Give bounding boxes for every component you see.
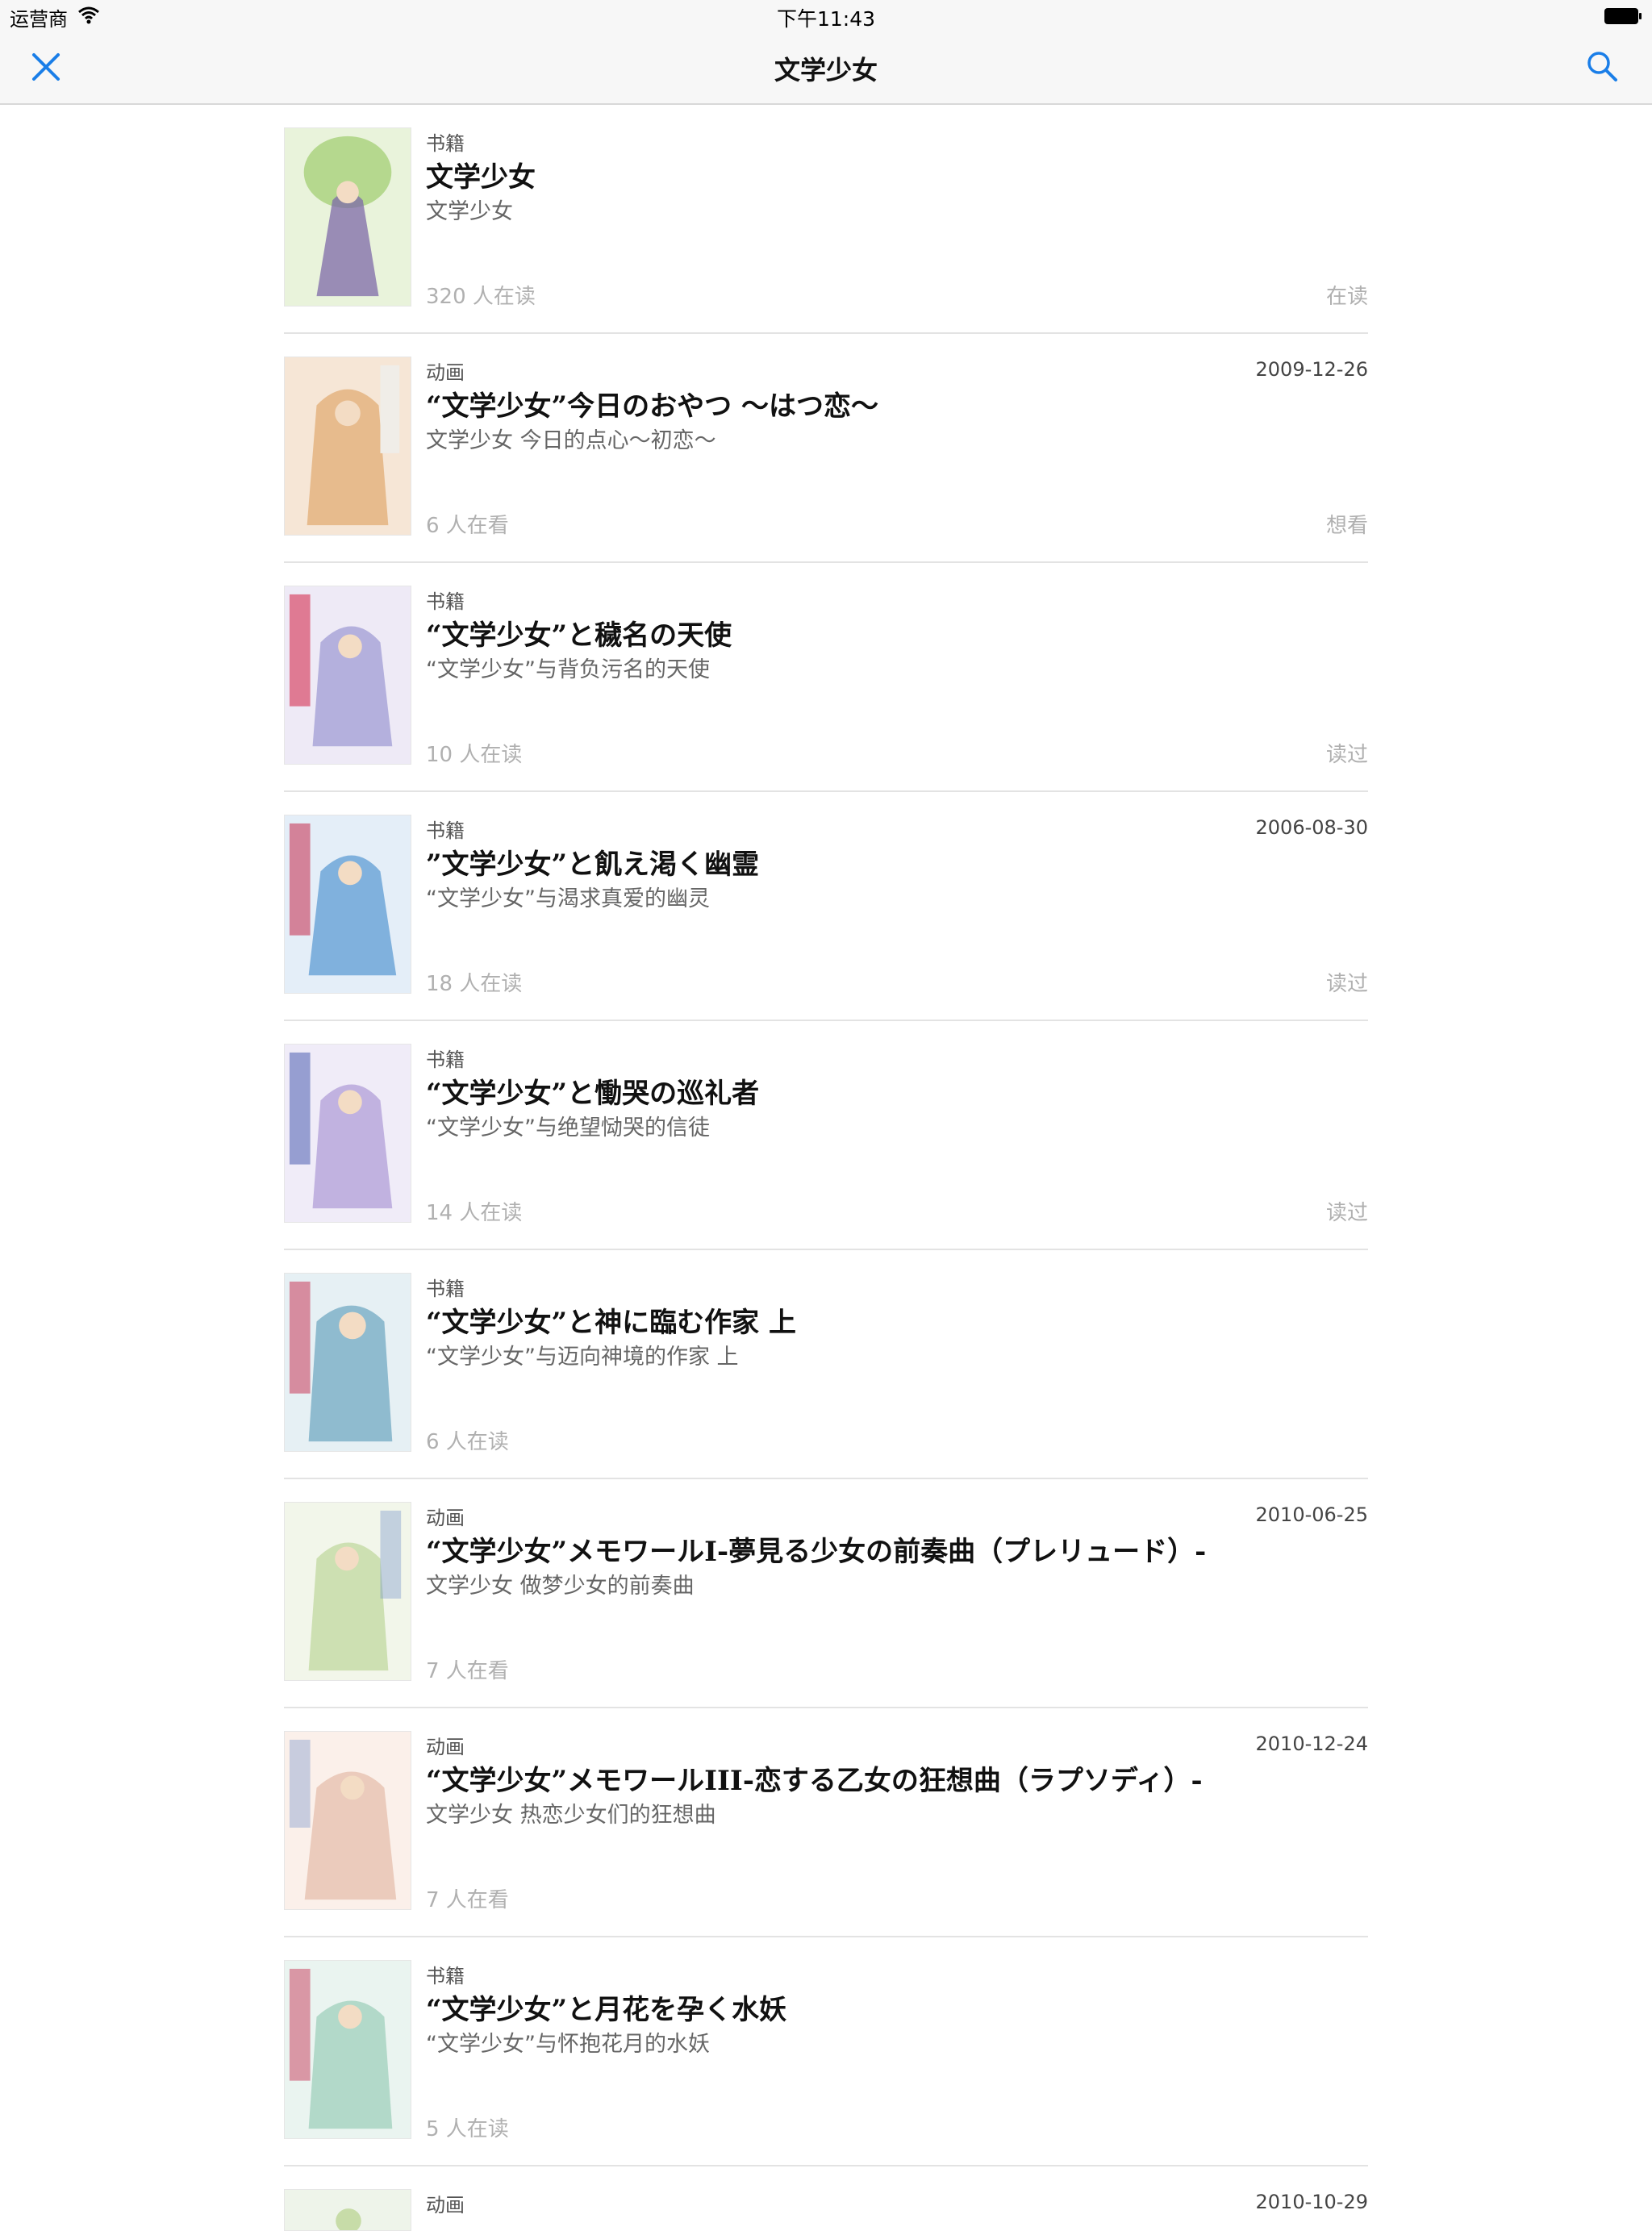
reader-count: 7 人在看 — [426, 1659, 509, 1683]
item-title: ”文学少女”と飢え渇く幽霊 — [426, 849, 760, 881]
item-subtitle: “文学少女”与迈向神境的作家 上 — [426, 1345, 739, 1370]
result-item[interactable]: 书籍 2006-08-30 ”文学少女”と飢え渇く幽霊 “文学少女”与渴求真爱的… — [284, 792, 1368, 1021]
item-title: “文学少女”と慟哭の巡礼者 — [426, 1078, 760, 1110]
reader-count: 10 人在读 — [426, 743, 523, 767]
cover-image — [284, 1273, 411, 1452]
reader-count: 7 人在看 — [426, 1888, 509, 1912]
item-type: 动画 — [426, 1507, 465, 1529]
reader-count: 5 人在读 — [426, 2117, 509, 2141]
item-type: 书籍 — [426, 819, 465, 842]
result-item[interactable]: 书籍 “文学少女”と慟哭の巡礼者 “文学少女”与绝望恸哭的信徒 14 人在读 读… — [284, 1021, 1368, 1250]
item-date: 2010-10-29 — [1255, 2191, 1368, 2213]
collection-status[interactable]: 读过 — [1326, 738, 1368, 768]
result-item[interactable]: 动画 2010-06-25 “文学少女”メモワールI-夢見る少女の前奏曲（プレリ… — [284, 1479, 1368, 1708]
item-type: 书籍 — [426, 132, 465, 155]
item-date: 2010-06-25 — [1255, 1503, 1368, 1526]
cover-image — [284, 1044, 411, 1223]
item-title: “文学少女”と神に臨む作家 上 — [426, 1307, 796, 1339]
navigation-bar: 文学少女 — [0, 32, 1652, 105]
item-type: 书籍 — [426, 1278, 465, 1300]
item-type: 书籍 — [426, 1965, 465, 1987]
battery-icon — [1604, 8, 1642, 24]
reader-count: 18 人在读 — [426, 972, 523, 996]
item-subtitle: “文学少女”与绝望恸哭的信徒 — [426, 1116, 710, 1141]
item-subtitle: “文学少女”与怀抱花月的水妖 — [426, 2032, 710, 2057]
search-icon[interactable] — [1584, 48, 1620, 84]
cover-image — [284, 1731, 411, 1910]
item-date: 2006-08-30 — [1255, 816, 1368, 839]
item-type: 书籍 — [426, 1049, 465, 1071]
collection-status[interactable]: 读过 — [1326, 967, 1368, 997]
page-title: 文学少女 — [774, 55, 878, 85]
search-results-list: 书籍 文学少女 文学少女 320 人在读 在读 动画 2009-12-26 “文… — [284, 105, 1368, 2231]
reader-count: 320 人在读 — [426, 285, 536, 309]
item-type: 书籍 — [426, 590, 465, 613]
result-item[interactable]: 动画 2010-12-24 “文学少女”メモワールIII-恋する乙女の狂想曲（ラ… — [284, 1708, 1368, 1937]
result-item-partial[interactable]: 动画 2010-10-29 — [284, 2166, 1368, 2231]
item-title: “文学少女”メモワールI-夢見る少女の前奏曲（プレリュード）- — [426, 1536, 1207, 1568]
item-date: 2010-12-24 — [1255, 1733, 1368, 1755]
item-subtitle: “文学少女”与背负污名的天使 — [426, 657, 710, 682]
item-title: “文学少女”今日のおやつ ～はつ恋～ — [426, 390, 878, 423]
item-subtitle: 文学少女 — [426, 199, 513, 224]
cover-image — [284, 586, 411, 765]
status-bar: 运营商 下午11:43 — [0, 0, 1652, 32]
reader-count: 6 人在读 — [426, 1430, 509, 1454]
cover-image — [284, 357, 411, 536]
collection-status[interactable]: 读过 — [1326, 1196, 1368, 1226]
item-type: 动画 — [426, 361, 465, 384]
result-item[interactable]: 书籍 “文学少女”と月花を孕く水妖 “文学少女”与怀抱花月的水妖 5 人在读 — [284, 1937, 1368, 2166]
result-item[interactable]: 书籍 “文学少女”と神に臨む作家 上 “文学少女”与迈向神境的作家 上 6 人在… — [284, 1250, 1368, 1479]
collection-status[interactable]: 想看 — [1326, 509, 1368, 539]
result-item[interactable]: 动画 2009-12-26 “文学少女”今日のおやつ ～はつ恋～ 文学少女 今日… — [284, 334, 1368, 563]
collection-status[interactable]: 在读 — [1326, 280, 1368, 310]
item-title: “文学少女”と穢名の天使 — [426, 619, 732, 652]
item-title: “文学少女”メモワールIII-恋する乙女の狂想曲（ラプソディ）- — [426, 1765, 1203, 1797]
result-item[interactable]: 书籍 文学少女 文学少女 320 人在读 在读 — [284, 105, 1368, 334]
item-title: “文学少女”と月花を孕く水妖 — [426, 1994, 787, 2026]
cover-image — [284, 1960, 411, 2139]
reader-count: 14 人在读 — [426, 1201, 523, 1225]
item-subtitle: 文学少女 做梦少女的前奏曲 — [426, 1574, 695, 1599]
item-subtitle: 文学少女 热恋少女们的狂想曲 — [426, 1803, 716, 1828]
item-subtitle: “文学少女”与渴求真爱的幽灵 — [426, 886, 710, 911]
status-time: 下午11:43 — [776, 7, 876, 31]
cover-image — [284, 127, 411, 307]
cover-image — [284, 815, 411, 994]
cover-image — [284, 1502, 411, 1681]
item-title: 文学少女 — [426, 161, 536, 194]
item-type: 动画 — [426, 1736, 465, 1758]
item-subtitle: 文学少女 今日的点心～初恋～ — [426, 428, 716, 453]
reader-count: 6 人在看 — [426, 514, 509, 538]
cover-image — [284, 2189, 411, 2231]
result-item[interactable]: 书籍 “文学少女”と穢名の天使 “文学少女”与背负污名的天使 10 人在读 读过 — [284, 563, 1368, 792]
item-date: 2009-12-26 — [1255, 358, 1368, 381]
